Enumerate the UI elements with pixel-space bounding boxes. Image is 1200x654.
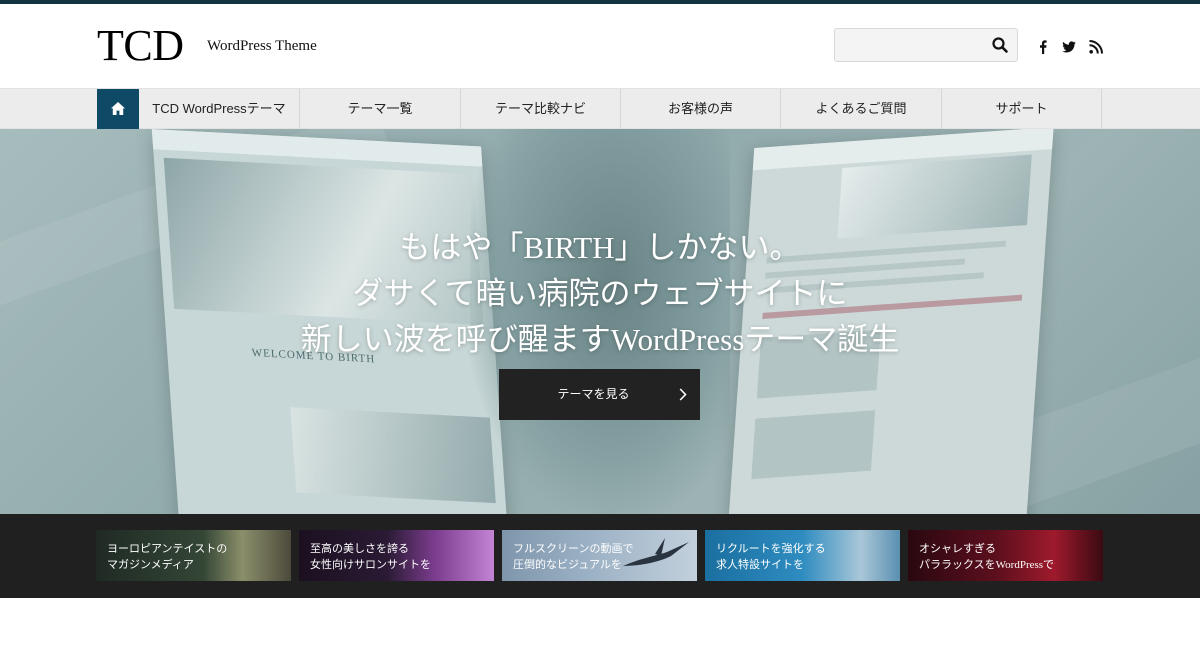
mockup-secondary-image	[290, 407, 496, 504]
banner-text-line: 女性向けサロンサイトを	[310, 559, 431, 571]
banner-european-magazine[interactable]: ヨーロピアンテイストの マガジンメディア	[96, 530, 291, 581]
banner-text: 至高の美しさを誇る 女性向けサロンサイトを	[310, 541, 431, 573]
banner-text-line: フルスクリーンの動画で	[513, 543, 634, 555]
theme-banner-strip: ヨーロピアンテイストの マガジンメディア 至高の美しさを誇る 女性向けサロンサイ…	[0, 514, 1200, 598]
nav-home-button[interactable]	[97, 89, 139, 129]
facebook-link[interactable]	[1036, 40, 1050, 54]
banner-text: ヨーロピアンテイストの マガジンメディア	[107, 541, 227, 573]
global-nav: TCD WordPressテーマ テーマ一覧 テーマ比較ナビ お客様の声 よくあ…	[0, 88, 1200, 129]
banner-text-line: リクルートを強化する	[716, 543, 826, 555]
banner-fullscreen-video[interactable]: フルスクリーンの動画で 圧倒的なビジュアルを	[502, 530, 697, 581]
site-logo[interactable]: TCD	[97, 24, 184, 68]
nav-item-tcd-wordpress-theme[interactable]: TCD WordPressテーマ	[139, 89, 300, 129]
banner-text: リクルートを強化する 求人特設サイトを	[716, 541, 826, 573]
hero-slider: WELCOME TO BIRTH もはや「BIRTH」しかない。 ダサくて暗い病…	[0, 129, 1200, 514]
nav-item-theme-list[interactable]: テーマ一覧	[300, 89, 461, 129]
site-tagline: WordPress Theme	[207, 38, 317, 54]
banner-text-line: 求人特設サイトを	[716, 559, 804, 571]
banner-text-line: ヨーロピアンテイストの	[107, 543, 228, 555]
banner-recruit-site[interactable]: リクルートを強化する 求人特設サイトを	[705, 530, 900, 581]
view-theme-button[interactable]: テーマを見る	[499, 369, 700, 420]
twitter-link[interactable]	[1062, 40, 1076, 54]
bird-illustration	[623, 538, 689, 566]
banner-text-line: オシャレすぎる	[919, 543, 996, 555]
search-box	[834, 28, 1018, 62]
banner-parallax[interactable]: オシャレすぎる パララックスをWordPressで	[908, 530, 1103, 581]
search-icon	[992, 37, 1008, 53]
hero-headline-line: 新しい波を呼び醒ますWordPressテーマ誕生	[300, 322, 900, 357]
site-header: TCD WordPress Theme	[0, 4, 1200, 88]
nav-item-faq[interactable]: よくあるご質問	[781, 89, 942, 129]
view-theme-button-label: テーマを見る	[557, 387, 630, 401]
hero-headline-line: もはや「BIRTH」しかない。	[399, 230, 801, 265]
facebook-icon	[1040, 40, 1047, 54]
chevron-right-icon	[679, 388, 687, 401]
banner-text: オシャレすぎる パララックスをWordPressで	[919, 541, 1054, 573]
search-input[interactable]	[836, 30, 986, 60]
mockup-card	[751, 410, 876, 480]
nav-item-support[interactable]: サポート	[942, 89, 1102, 129]
hero-headline: もはや「BIRTH」しかない。 ダサくて暗い病院のウェブサイトに 新しい波を呼び…	[0, 225, 1200, 363]
banner-text-line: パララックスをWordPressで	[919, 559, 1055, 571]
hero-headline-line: ダサくて暗い病院のウェブサイトに	[352, 276, 848, 311]
nav-item-theme-compare[interactable]: テーマ比較ナビ	[461, 89, 621, 129]
banner-text: フルスクリーンの動画で 圧倒的なビジュアルを	[513, 541, 633, 573]
banner-text-line: 圧倒的なビジュアルを	[513, 559, 622, 571]
home-icon	[111, 102, 125, 115]
twitter-icon	[1062, 41, 1076, 53]
banner-salon-site[interactable]: 至高の美しさを誇る 女性向けサロンサイトを	[299, 530, 494, 581]
banner-text-line: 至高の美しさを誇る	[310, 543, 409, 555]
rss-link[interactable]	[1089, 40, 1103, 54]
banner-text-line: マガジンメディア	[107, 559, 194, 571]
rss-icon	[1089, 40, 1103, 54]
search-button[interactable]	[991, 36, 1009, 54]
nav-item-customer-voice[interactable]: お客様の声	[621, 89, 781, 129]
